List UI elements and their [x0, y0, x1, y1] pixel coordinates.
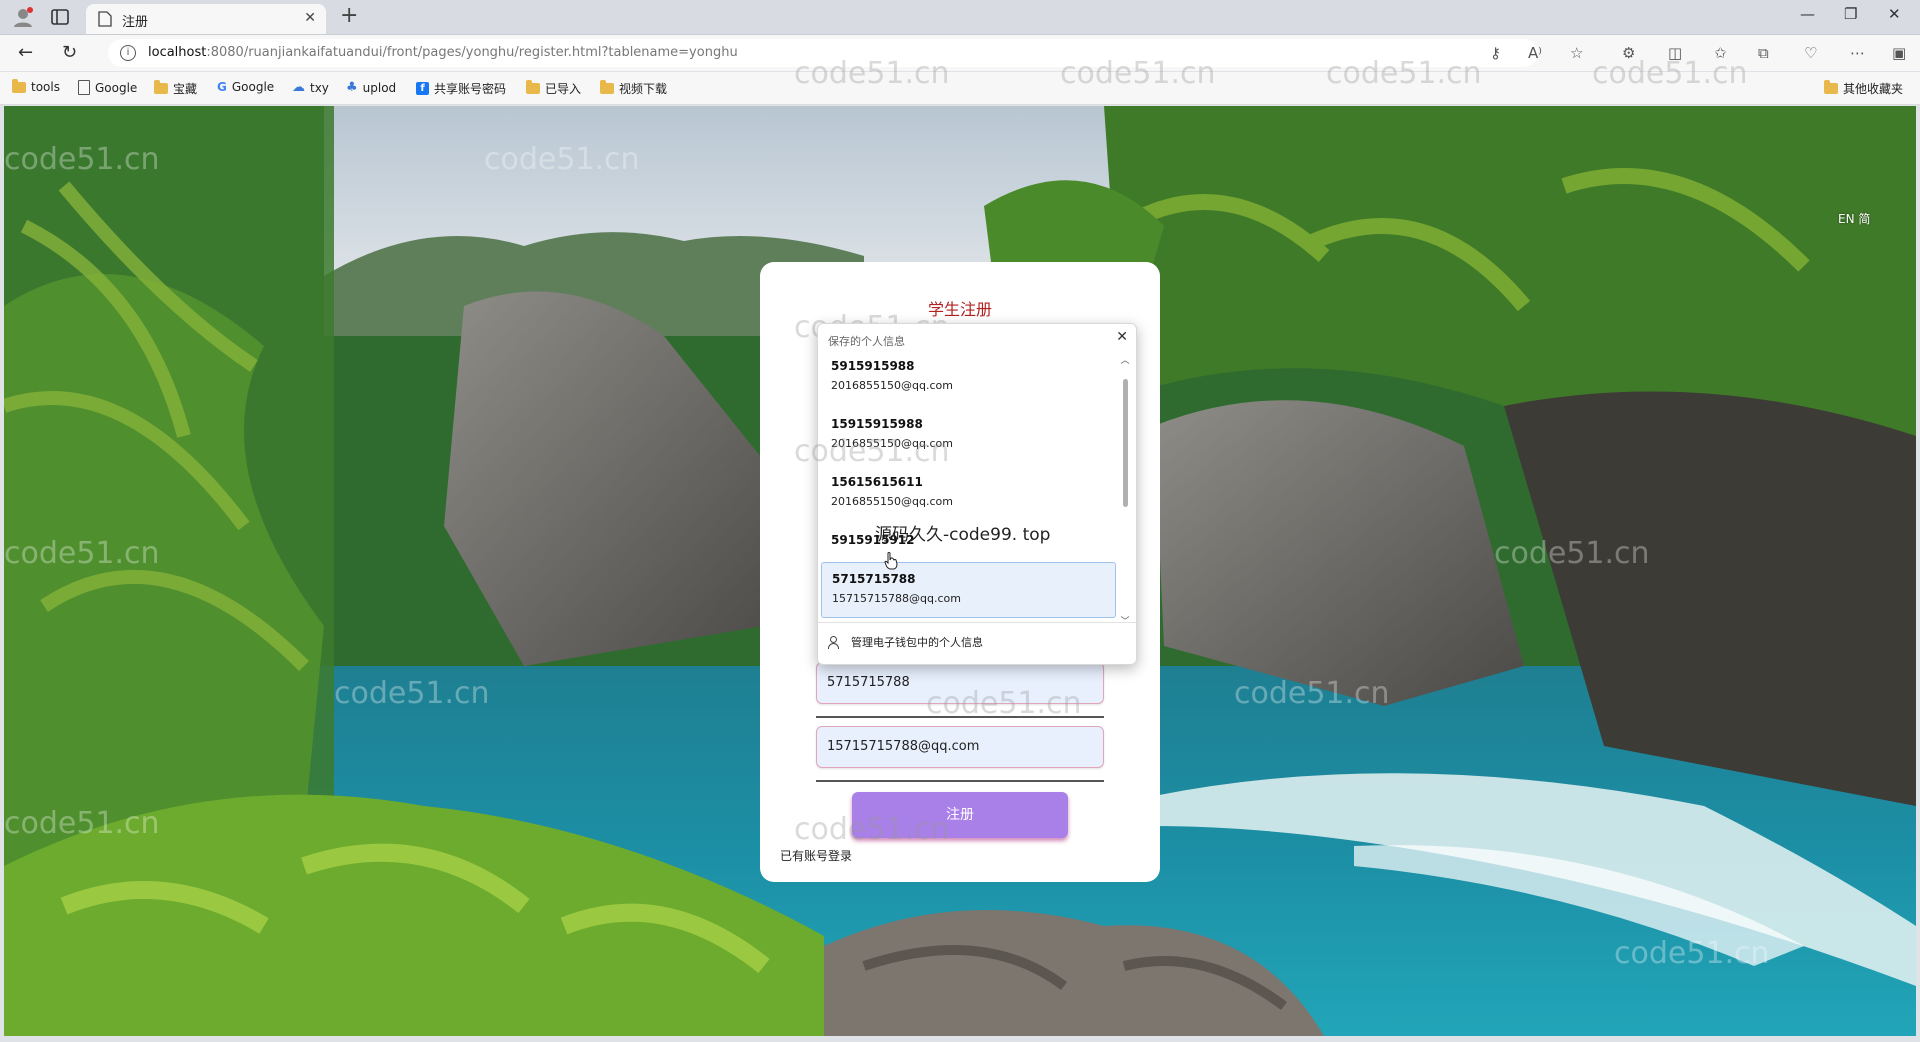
autofill-dropdown: 保存的个人信息 ✕ 5915915988 2016855150@qq.com 1…	[817, 323, 1137, 665]
address-bar: ← ↻ i localhost:8080/ruanjiankaifatuandu…	[0, 35, 1920, 71]
field-underline	[816, 780, 1104, 782]
page-icon	[78, 80, 90, 95]
restore-icon[interactable]: ❐	[1844, 5, 1857, 23]
back-icon[interactable]: ←	[18, 42, 33, 63]
tab-register[interactable]: 注册 ✕	[86, 4, 326, 34]
read-aloud-icon[interactable]: A⁾	[1528, 44, 1542, 62]
scrollbar-thumb[interactable]	[1123, 379, 1128, 507]
shared-icon: f	[416, 82, 429, 95]
bookmarks-bar: tools Google 宝藏 G Google ☁ txy ♣ uplod f 共享账…	[0, 72, 1920, 105]
bookmark-txy[interactable]: ☁ txy	[292, 80, 329, 95]
folder-icon	[526, 80, 540, 94]
close-tab-icon[interactable]: ✕	[304, 10, 316, 26]
minimize-icon[interactable]: —	[1800, 5, 1815, 23]
tab-actions-icon[interactable]	[50, 7, 70, 27]
autofill-scrollbar[interactable]: ︿ ﹀	[1120, 356, 1130, 627]
autofill-item-selected[interactable]: 5715715788 15715715788@qq.com	[821, 562, 1116, 618]
browser-tab-bar: 注册 ✕ + — ❐ ✕	[0, 0, 1920, 35]
key-icon[interactable]: ⚷	[1490, 44, 1501, 62]
overlay-caption: 源码久久-code99. top	[875, 525, 1051, 545]
extensions-icon[interactable]: ⚙	[1622, 44, 1635, 62]
site-info-icon[interactable]: i	[120, 45, 136, 61]
bookmark-google-2[interactable]: G Google	[217, 80, 274, 94]
favorite-star-icon[interactable]: ☆	[1570, 44, 1583, 62]
bookmark-video-download[interactable]: 视频下载	[600, 80, 667, 97]
folder-icon	[154, 80, 168, 94]
split-screen-icon[interactable]: ◫	[1668, 44, 1682, 62]
autofill-header: 保存的个人信息	[828, 335, 905, 348]
manage-wallet-link[interactable]: 管理电子钱包中的个人信息	[828, 634, 983, 650]
bookmark-tools[interactable]: tools	[12, 78, 60, 94]
language-switch[interactable]: EN 简	[1838, 210, 1870, 227]
new-tab-button[interactable]: +	[340, 5, 358, 27]
cloud-icon: ☁	[292, 80, 305, 95]
bookmark-imported[interactable]: 已导入	[526, 80, 581, 97]
register-button[interactable]: 注册	[852, 792, 1068, 838]
field-underline	[816, 716, 1104, 718]
divider	[818, 622, 1136, 623]
collections-icon[interactable]: ⧉	[1758, 44, 1769, 62]
bookmark-treasure[interactable]: 宝藏	[154, 80, 197, 97]
email-field[interactable]: 15715715788@qq.com	[816, 726, 1104, 768]
uplod-icon: ♣	[346, 80, 358, 95]
bookmark-shared-accounts[interactable]: f 共享账号密码	[416, 80, 506, 97]
person-icon	[828, 635, 842, 649]
folder-icon	[12, 78, 26, 93]
browser-essentials-icon[interactable]: ♡	[1804, 44, 1817, 62]
folder-icon	[1824, 80, 1838, 94]
bookmark-other-favorites[interactable]: 其他收藏夹	[1824, 80, 1903, 97]
bookmark-uplod[interactable]: ♣ uplod	[346, 80, 396, 95]
autofill-item[interactable]: 15615615611 2016855150@qq.com	[821, 466, 1116, 522]
sidebar-icon[interactable]: ▣	[1892, 44, 1906, 62]
autofill-item[interactable]: 5915915988 2016855150@qq.com	[821, 350, 1116, 406]
favorites-icon[interactable]: ✩	[1714, 44, 1727, 62]
url-field[interactable]: i localhost:8080/ruanjiankaifatuandui/fr…	[108, 39, 1538, 67]
bookmark-google[interactable]: Google	[78, 80, 137, 95]
url-text: localhost:8080/ruanjiankaifatuandui/fron…	[148, 45, 738, 60]
close-icon[interactable]: ✕	[1116, 329, 1128, 345]
profile-icon[interactable]	[12, 6, 34, 28]
phone-field[interactable]: 5715715788	[816, 662, 1104, 704]
refresh-icon[interactable]: ↻	[62, 42, 77, 63]
window-close-icon[interactable]: ✕	[1888, 5, 1901, 23]
chevron-down-icon[interactable]: ﹀	[1120, 614, 1130, 627]
chevron-up-icon[interactable]: ︿	[1120, 353, 1130, 366]
folder-icon	[600, 80, 614, 94]
login-link[interactable]: 已有账号登录	[780, 847, 852, 864]
autofill-item[interactable]: 15915915988 2016855150@qq.com	[821, 408, 1116, 464]
tab-title: 注册	[122, 15, 149, 30]
hand-cursor-icon	[884, 552, 898, 570]
google-icon: G	[217, 80, 227, 94]
page-icon	[98, 11, 112, 27]
page-title: 学生注册	[927, 300, 992, 319]
more-menu-icon[interactable]: ⋯	[1850, 44, 1865, 62]
